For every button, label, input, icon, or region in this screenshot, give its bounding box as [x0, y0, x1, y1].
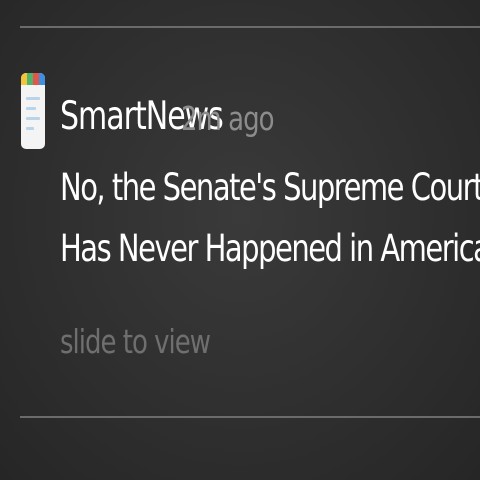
smartnews-app-icon [21, 73, 45, 149]
top-divider [20, 26, 480, 28]
notification-headline: No, the Senate's Supreme Court Blockade … [60, 165, 480, 287]
bottom-divider [20, 416, 480, 418]
headline-line: Has Never Happened in American History [60, 226, 480, 271]
slide-to-view-hint[interactable]: slide to view [60, 324, 211, 362]
timestamp: 2m ago [181, 101, 274, 139]
lock-screen: SmartNews 2m ago No, the Senate's Suprem… [0, 0, 480, 480]
